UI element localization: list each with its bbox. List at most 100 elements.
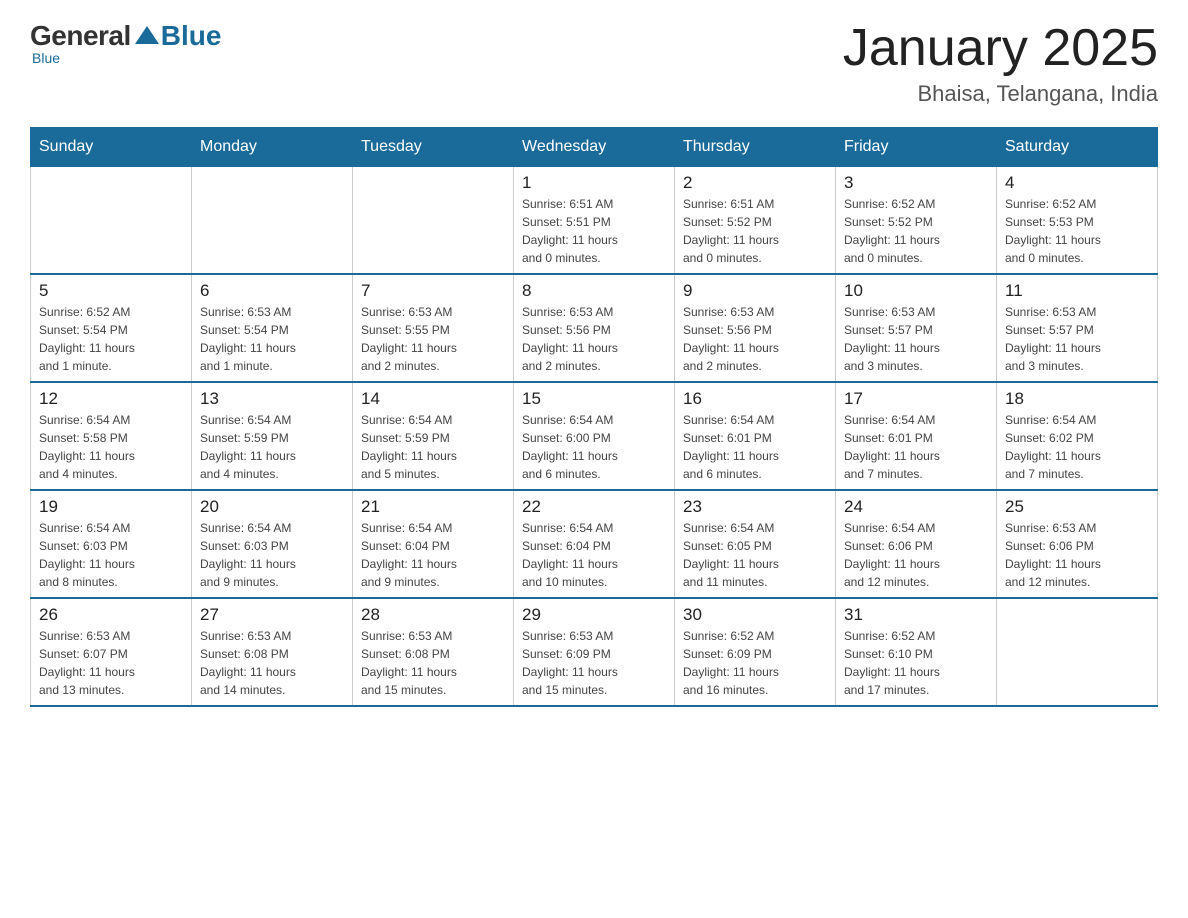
calendar-cell: 6Sunrise: 6:53 AMSunset: 5:54 PMDaylight… <box>192 274 353 382</box>
calendar-cell: 20Sunrise: 6:54 AMSunset: 6:03 PMDayligh… <box>192 490 353 598</box>
day-number: 31 <box>844 605 988 625</box>
calendar-cell: 21Sunrise: 6:54 AMSunset: 6:04 PMDayligh… <box>353 490 514 598</box>
calendar-cell: 17Sunrise: 6:54 AMSunset: 6:01 PMDayligh… <box>836 382 997 490</box>
day-number: 20 <box>200 497 344 517</box>
day-info: Sunrise: 6:53 AMSunset: 5:56 PMDaylight:… <box>522 303 666 375</box>
calendar-cell: 16Sunrise: 6:54 AMSunset: 6:01 PMDayligh… <box>675 382 836 490</box>
day-info: Sunrise: 6:54 AMSunset: 6:01 PMDaylight:… <box>844 411 988 483</box>
week-row-3: 12Sunrise: 6:54 AMSunset: 5:58 PMDayligh… <box>31 382 1158 490</box>
calendar-cell: 5Sunrise: 6:52 AMSunset: 5:54 PMDaylight… <box>31 274 192 382</box>
calendar-table: SundayMondayTuesdayWednesdayThursdayFrid… <box>30 127 1158 707</box>
calendar-cell: 9Sunrise: 6:53 AMSunset: 5:56 PMDaylight… <box>675 274 836 382</box>
day-number: 23 <box>683 497 827 517</box>
day-info: Sunrise: 6:54 AMSunset: 6:05 PMDaylight:… <box>683 519 827 591</box>
day-info: Sunrise: 6:54 AMSunset: 6:00 PMDaylight:… <box>522 411 666 483</box>
calendar-cell: 29Sunrise: 6:53 AMSunset: 6:09 PMDayligh… <box>514 598 675 706</box>
header-day-monday: Monday <box>192 128 353 167</box>
header-day-saturday: Saturday <box>997 128 1158 167</box>
calendar-cell: 19Sunrise: 6:54 AMSunset: 6:03 PMDayligh… <box>31 490 192 598</box>
day-number: 24 <box>844 497 988 517</box>
day-number: 10 <box>844 281 988 301</box>
day-number: 16 <box>683 389 827 409</box>
page-header: General Blue Blue January 2025 Bhaisa, T… <box>30 20 1158 107</box>
week-row-4: 19Sunrise: 6:54 AMSunset: 6:03 PMDayligh… <box>31 490 1158 598</box>
calendar-cell: 24Sunrise: 6:54 AMSunset: 6:06 PMDayligh… <box>836 490 997 598</box>
day-number: 11 <box>1005 281 1149 301</box>
calendar-cell: 3Sunrise: 6:52 AMSunset: 5:52 PMDaylight… <box>836 167 997 275</box>
calendar-cell: 26Sunrise: 6:53 AMSunset: 6:07 PMDayligh… <box>31 598 192 706</box>
calendar-cell: 18Sunrise: 6:54 AMSunset: 6:02 PMDayligh… <box>997 382 1158 490</box>
day-number: 25 <box>1005 497 1149 517</box>
calendar-cell <box>31 167 192 275</box>
calendar-cell: 25Sunrise: 6:53 AMSunset: 6:06 PMDayligh… <box>997 490 1158 598</box>
day-info: Sunrise: 6:53 AMSunset: 5:55 PMDaylight:… <box>361 303 505 375</box>
calendar-cell: 8Sunrise: 6:53 AMSunset: 5:56 PMDaylight… <box>514 274 675 382</box>
calendar-cell: 2Sunrise: 6:51 AMSunset: 5:52 PMDaylight… <box>675 167 836 275</box>
day-info: Sunrise: 6:54 AMSunset: 6:02 PMDaylight:… <box>1005 411 1149 483</box>
day-info: Sunrise: 6:53 AMSunset: 5:57 PMDaylight:… <box>1005 303 1149 375</box>
header-day-tuesday: Tuesday <box>353 128 514 167</box>
day-number: 28 <box>361 605 505 625</box>
day-info: Sunrise: 6:54 AMSunset: 6:01 PMDaylight:… <box>683 411 827 483</box>
calendar-cell: 13Sunrise: 6:54 AMSunset: 5:59 PMDayligh… <box>192 382 353 490</box>
day-info: Sunrise: 6:54 AMSunset: 5:59 PMDaylight:… <box>361 411 505 483</box>
header-day-thursday: Thursday <box>675 128 836 167</box>
day-info: Sunrise: 6:54 AMSunset: 6:03 PMDaylight:… <box>200 519 344 591</box>
day-info: Sunrise: 6:52 AMSunset: 5:52 PMDaylight:… <box>844 195 988 267</box>
day-number: 2 <box>683 173 827 193</box>
day-number: 14 <box>361 389 505 409</box>
calendar-cell <box>997 598 1158 706</box>
day-info: Sunrise: 6:51 AMSunset: 5:51 PMDaylight:… <box>522 195 666 267</box>
calendar-subtitle: Bhaisa, Telangana, India <box>843 81 1158 107</box>
day-info: Sunrise: 6:54 AMSunset: 6:04 PMDaylight:… <box>361 519 505 591</box>
header-day-friday: Friday <box>836 128 997 167</box>
day-number: 12 <box>39 389 183 409</box>
day-info: Sunrise: 6:53 AMSunset: 6:07 PMDaylight:… <box>39 627 183 699</box>
day-info: Sunrise: 6:53 AMSunset: 5:54 PMDaylight:… <box>200 303 344 375</box>
logo-general-text: General <box>30 20 131 52</box>
calendar-cell: 23Sunrise: 6:54 AMSunset: 6:05 PMDayligh… <box>675 490 836 598</box>
calendar-cell: 11Sunrise: 6:53 AMSunset: 5:57 PMDayligh… <box>997 274 1158 382</box>
logo: General Blue Blue <box>30 20 221 66</box>
day-info: Sunrise: 6:53 AMSunset: 6:08 PMDaylight:… <box>361 627 505 699</box>
day-number: 8 <box>522 281 666 301</box>
day-info: Sunrise: 6:52 AMSunset: 5:53 PMDaylight:… <box>1005 195 1149 267</box>
day-number: 7 <box>361 281 505 301</box>
day-info: Sunrise: 6:54 AMSunset: 6:03 PMDaylight:… <box>39 519 183 591</box>
logo-underline: Blue <box>32 50 60 66</box>
day-info: Sunrise: 6:52 AMSunset: 6:10 PMDaylight:… <box>844 627 988 699</box>
calendar-title: January 2025 <box>843 20 1158 77</box>
day-info: Sunrise: 6:51 AMSunset: 5:52 PMDaylight:… <box>683 195 827 267</box>
day-number: 21 <box>361 497 505 517</box>
logo-triangle-icon <box>135 26 159 44</box>
day-number: 18 <box>1005 389 1149 409</box>
calendar-cell: 28Sunrise: 6:53 AMSunset: 6:08 PMDayligh… <box>353 598 514 706</box>
day-number: 30 <box>683 605 827 625</box>
calendar-cell <box>192 167 353 275</box>
header-day-sunday: Sunday <box>31 128 192 167</box>
day-info: Sunrise: 6:53 AMSunset: 5:57 PMDaylight:… <box>844 303 988 375</box>
day-info: Sunrise: 6:54 AMSunset: 6:06 PMDaylight:… <box>844 519 988 591</box>
title-section: January 2025 Bhaisa, Telangana, India <box>843 20 1158 107</box>
calendar-cell: 1Sunrise: 6:51 AMSunset: 5:51 PMDaylight… <box>514 167 675 275</box>
calendar-cell: 10Sunrise: 6:53 AMSunset: 5:57 PMDayligh… <box>836 274 997 382</box>
week-row-1: 1Sunrise: 6:51 AMSunset: 5:51 PMDaylight… <box>31 167 1158 275</box>
day-number: 19 <box>39 497 183 517</box>
day-number: 3 <box>844 173 988 193</box>
day-info: Sunrise: 6:54 AMSunset: 5:59 PMDaylight:… <box>200 411 344 483</box>
day-info: Sunrise: 6:52 AMSunset: 5:54 PMDaylight:… <box>39 303 183 375</box>
day-number: 13 <box>200 389 344 409</box>
calendar-cell: 7Sunrise: 6:53 AMSunset: 5:55 PMDaylight… <box>353 274 514 382</box>
day-number: 29 <box>522 605 666 625</box>
header-day-wednesday: Wednesday <box>514 128 675 167</box>
calendar-cell <box>353 167 514 275</box>
day-number: 15 <box>522 389 666 409</box>
header-row: SundayMondayTuesdayWednesdayThursdayFrid… <box>31 128 1158 167</box>
day-number: 26 <box>39 605 183 625</box>
day-number: 17 <box>844 389 988 409</box>
day-number: 9 <box>683 281 827 301</box>
calendar-cell: 30Sunrise: 6:52 AMSunset: 6:09 PMDayligh… <box>675 598 836 706</box>
calendar-cell: 12Sunrise: 6:54 AMSunset: 5:58 PMDayligh… <box>31 382 192 490</box>
day-number: 4 <box>1005 173 1149 193</box>
day-info: Sunrise: 6:54 AMSunset: 5:58 PMDaylight:… <box>39 411 183 483</box>
